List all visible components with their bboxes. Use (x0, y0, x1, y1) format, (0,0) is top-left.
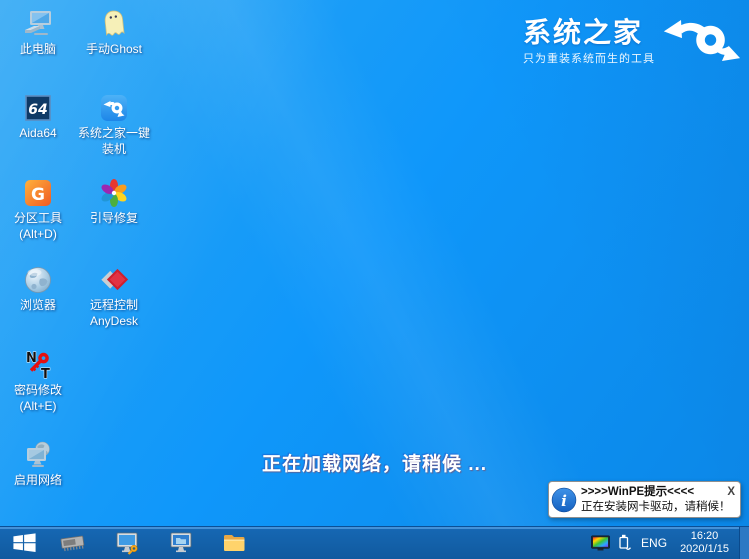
monitor-key-icon (114, 530, 141, 556)
notification-popup: i >>>>WinPE提示<<<< X 正在安装网卡驱动，请稍候！ (548, 481, 741, 518)
svg-text:i: i (561, 491, 567, 509)
info-icon: i (551, 487, 577, 513)
desktop-icon-boot-repair[interactable]: 引导修复 (76, 177, 152, 225)
onekey-install-icon (98, 92, 130, 124)
loading-message: 正在加载网络，请稍候 ... (0, 449, 749, 476)
folder-icon (221, 530, 248, 556)
icon-label-line2: (Alt+E) (19, 399, 56, 413)
brand-title: 系统之家 (523, 18, 655, 48)
brand-swirl-icon (661, 18, 741, 62)
icon-label: 系统之家一键 (78, 126, 150, 140)
monitor-folder-icon (168, 530, 195, 556)
this-pc-icon (22, 8, 54, 40)
ghost-icon (98, 8, 130, 40)
winpe-desktop-screen: 系统之家 只为重装系统而生的工具 (0, 0, 749, 559)
svg-text:64: 64 (28, 102, 47, 118)
taskbar-item-remote-desktop[interactable] (161, 527, 201, 559)
icon-label: 此电脑 (20, 42, 56, 56)
tray-date: 2020/1/15 (680, 543, 729, 556)
icon-label: 分区工具 (14, 211, 62, 225)
notification-message: 正在安装网卡驱动，请稍候！ (581, 500, 736, 515)
svg-text:N: N (26, 351, 37, 366)
icon-label-line2: 装机 (102, 142, 126, 156)
icon-label-line2: (Alt+D) (19, 227, 57, 241)
brand-text: 系统之家 只为重装系统而生的工具 (523, 18, 655, 66)
svg-text:T: T (41, 367, 50, 381)
icon-label-line2: AnyDesk (90, 314, 138, 328)
ram-chip-icon (59, 530, 86, 556)
usb-eject-icon (617, 534, 632, 553)
tray-clock[interactable]: 16:20 2020/1/15 (673, 530, 736, 556)
display-color-icon (591, 535, 611, 552)
icon-label: 引导修复 (90, 211, 138, 225)
tray-display-settings[interactable] (588, 527, 614, 559)
desktop-background: 系统之家 只为重装系统而生的工具 (0, 0, 749, 559)
browser-globe-icon (22, 264, 54, 296)
desktop-icon-manual-ghost[interactable]: 手动Ghost (76, 8, 152, 56)
show-desktop-button[interactable] (739, 527, 749, 559)
desktop-icon-browser[interactable]: 浏览器 (0, 264, 76, 312)
brand-logo: 系统之家 只为重装系统而生的工具 (523, 18, 741, 66)
boot-repair-icon (98, 177, 130, 209)
icon-label: 浏览器 (20, 298, 56, 312)
desktop-icon-partition-tool[interactable]: G 分区工具 (Alt+D) (0, 177, 76, 241)
taskbar-item-password-tool[interactable] (107, 527, 147, 559)
desktop-icon-password-reset[interactable]: N T 密码修改 (Alt+E) (0, 349, 76, 413)
tray-usb-eject[interactable] (614, 527, 635, 559)
svg-text:G: G (31, 185, 45, 205)
desktop-icon-anydesk[interactable]: 远程控制 AnyDesk (76, 264, 152, 328)
anydesk-icon (98, 264, 130, 296)
brand-tagline: 只为重装系统而生的工具 (523, 50, 655, 66)
icon-label: 密码修改 (14, 383, 62, 397)
windows-logo-icon (11, 531, 38, 555)
partition-tool-icon: G (22, 177, 54, 209)
desktop-icon-this-pc[interactable]: 此电脑 (0, 8, 76, 56)
notification-close-button[interactable]: X (726, 485, 736, 500)
aida64-icon: 64 (22, 92, 54, 124)
password-key-icon: N T (22, 349, 54, 381)
taskbar: ENG 16:20 2020/1/15 (0, 526, 749, 559)
taskbar-item-file-explorer[interactable] (214, 527, 254, 559)
notification-title: >>>>WinPE提示<<<< (581, 485, 694, 500)
icon-label: 远程控制 (90, 298, 138, 312)
desktop-icon-onekey-install[interactable]: 系统之家一键 装机 (76, 92, 152, 156)
tray-time: 16:20 (680, 530, 729, 543)
taskbar-item-ramdisk[interactable] (52, 527, 92, 559)
icon-label: 手动Ghost (86, 42, 142, 56)
icon-label: Aida64 (19, 126, 56, 140)
tray-language-indicator[interactable]: ENG (635, 527, 673, 559)
system-tray: ENG 16:20 2020/1/15 (588, 527, 749, 559)
desktop-icon-aida64[interactable]: 64 Aida64 (0, 92, 76, 140)
notification-body: >>>>WinPE提示<<<< X 正在安装网卡驱动，请稍候！ (581, 485, 736, 515)
start-button[interactable] (0, 527, 48, 559)
